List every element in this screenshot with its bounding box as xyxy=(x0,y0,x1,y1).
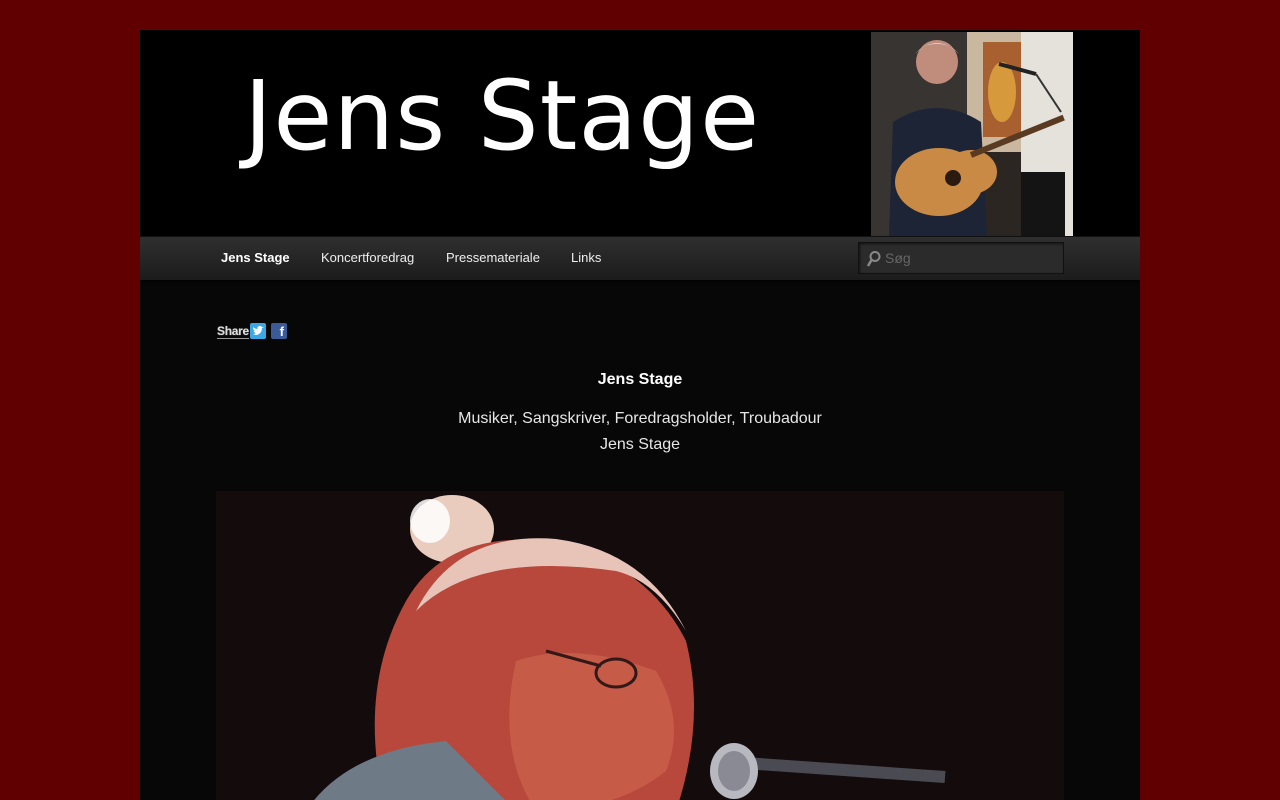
entry-title: Jens Stage xyxy=(597,371,683,388)
search-icon xyxy=(866,250,882,268)
nav-item-koncertforedrag[interactable]: Koncertforedrag xyxy=(321,237,414,281)
share-label[interactable]: Share xyxy=(217,323,249,339)
nav-item-links[interactable]: Links xyxy=(571,237,601,281)
main-navigation: Jens Stage Koncertforedrag Pressemateria… xyxy=(140,236,1140,280)
page: Jens Stage Jens Stage Koncertforedrag Pr… xyxy=(140,30,1140,800)
header-photo xyxy=(871,32,1073,236)
search-input[interactable] xyxy=(885,243,1061,273)
search-form xyxy=(858,242,1064,274)
nav-item-jens-stage[interactable]: Jens Stage xyxy=(221,237,290,281)
nav-item-pressemateriale[interactable]: Pressemateriale xyxy=(446,237,540,281)
site-title[interactable]: Jens Stage xyxy=(244,68,760,164)
subtitle-roles: Musiker, Sangskriver, Foredragsholder, T… xyxy=(458,410,822,427)
twitter-icon[interactable] xyxy=(250,323,266,339)
main-photo xyxy=(216,491,1064,800)
subtitle-name: Jens Stage xyxy=(599,436,681,453)
facebook-icon[interactable]: f xyxy=(271,323,287,339)
site-header: Jens Stage xyxy=(140,30,1140,236)
